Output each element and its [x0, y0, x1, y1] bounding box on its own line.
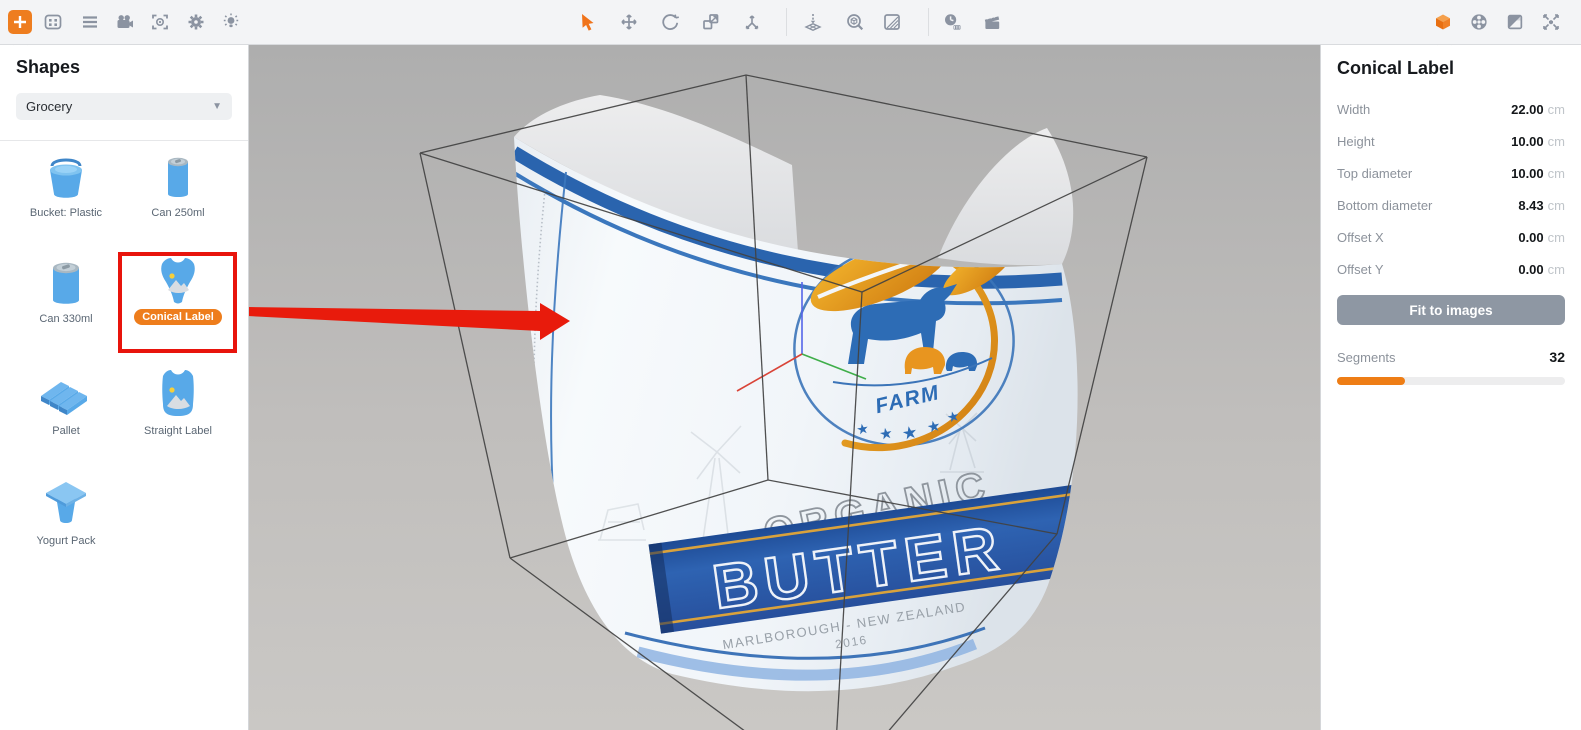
property-label: Width: [1337, 102, 1370, 117]
shapes-sidebar: Shapes Grocery ▼ Bucket: Plastic Can 250…: [0, 44, 249, 730]
select-tool-button[interactable]: [578, 12, 598, 32]
window-grid-button[interactable]: [43, 12, 63, 32]
property-unit: cm: [1548, 198, 1565, 213]
shapes-panel-button[interactable]: [1433, 12, 1453, 32]
pallet-icon: [35, 368, 97, 422]
property-label: Height: [1337, 134, 1375, 149]
fit-view-button[interactable]: [1541, 12, 1561, 32]
property-value[interactable]: 22.00: [1511, 102, 1544, 117]
inspector-panel: Conical Label Width 22.00 cm Height 10.0…: [1320, 44, 1581, 730]
shape-item-can-330ml[interactable]: Can 330ml: [16, 256, 116, 325]
rotate-tool-button[interactable]: [660, 12, 680, 32]
shape-item-pallet[interactable]: Pallet: [16, 368, 116, 437]
property-unit: cm: [1548, 134, 1565, 149]
shape-item-straight-label[interactable]: Straight Label: [128, 368, 228, 437]
top-toolbar: [0, 0, 1581, 45]
property-value[interactable]: 0.00: [1518, 230, 1543, 245]
add-shape-button[interactable]: [8, 10, 32, 34]
property-unit: cm: [1548, 230, 1565, 245]
viewport-3d[interactable]: FARM ★ ★ ★ ★ ★ ORGANIC BUTTER MARLBOROUG…: [248, 44, 1320, 730]
property-row-offset-y[interactable]: Offset Y 0.00 cm: [1337, 253, 1565, 285]
inspector-title: Conical Label: [1337, 58, 1565, 79]
animation-clapper-button[interactable]: [982, 12, 1002, 32]
category-dropdown[interactable]: Grocery ▼: [16, 93, 232, 120]
property-label: Offset Y: [1337, 262, 1384, 277]
property-label: Offset X: [1337, 230, 1384, 245]
shape-item-label: Can 250ml: [128, 207, 228, 219]
divider: [0, 140, 248, 141]
property-value[interactable]: 8.43: [1518, 198, 1543, 213]
property-unit: cm: [1548, 262, 1565, 277]
property-value[interactable]: 0.00: [1518, 262, 1543, 277]
render-clock-button[interactable]: [942, 12, 962, 32]
segments-slider-fill: [1337, 377, 1405, 385]
toolbar-separator: [786, 8, 787, 36]
straight-label-icon: [150, 368, 206, 422]
segments-label: Segments: [1337, 350, 1396, 365]
camera-button[interactable]: [115, 12, 135, 32]
fit-to-images-button[interactable]: Fit to images: [1337, 295, 1565, 325]
property-value[interactable]: 10.00: [1511, 134, 1544, 149]
segments-slider[interactable]: [1337, 377, 1565, 385]
shape-item-label: Can 330ml: [16, 313, 116, 325]
property-row-top-diameter[interactable]: Top diameter 10.00 cm: [1337, 157, 1565, 189]
can-icon: [38, 256, 94, 310]
property-row-offset-x[interactable]: Offset X 0.00 cm: [1337, 221, 1565, 253]
yogurt-pack-icon: [38, 478, 94, 532]
sidebar-title: Shapes: [16, 57, 80, 78]
shape-item-label: Yogurt Pack: [16, 535, 116, 547]
backdrop-panel-button[interactable]: [1505, 12, 1525, 32]
shape-item-can-250ml[interactable]: Can 250ml: [128, 150, 228, 219]
property-value[interactable]: 10.00: [1511, 166, 1544, 181]
shape-item-label: Straight Label: [128, 425, 228, 437]
shape-item-yogurt-pack[interactable]: Yogurt Pack: [16, 478, 116, 547]
property-unit: cm: [1548, 166, 1565, 181]
property-label: Top diameter: [1337, 166, 1412, 181]
property-unit: cm: [1548, 102, 1565, 117]
can-icon: [150, 150, 206, 204]
property-label: Bottom diameter: [1337, 198, 1432, 213]
light-bulb-button[interactable]: [221, 12, 241, 32]
plus-icon: [13, 15, 27, 29]
settings-gear-button[interactable]: [186, 12, 206, 32]
category-dropdown-value: Grocery: [26, 99, 72, 114]
shape-item-label: Bucket: Plastic: [16, 207, 116, 219]
bucket-icon: [38, 150, 94, 204]
segments-value: 32: [1549, 349, 1565, 365]
move-tool-button[interactable]: [619, 12, 639, 32]
selection-highlight-box: [118, 252, 237, 353]
zoom-to-fit-button[interactable]: [845, 12, 865, 32]
property-row-height[interactable]: Height 10.00 cm: [1337, 125, 1565, 157]
drop-to-floor-button[interactable]: [803, 12, 823, 32]
snapshot-button[interactable]: [150, 12, 170, 32]
toolbar-separator: [928, 8, 929, 36]
shape-item-label: Pallet: [16, 425, 116, 437]
property-row-width[interactable]: Width 22.00 cm: [1337, 93, 1565, 125]
materials-panel-button[interactable]: [1469, 12, 1489, 32]
menu-button[interactable]: [80, 12, 100, 32]
viewport-canvas: FARM ★ ★ ★ ★ ★ ORGANIC BUTTER MARLBOROUG…: [248, 44, 1320, 730]
scale-tool-button[interactable]: [701, 12, 721, 32]
shape-item-bucket-plastic[interactable]: Bucket: Plastic: [16, 150, 116, 219]
property-row-bottom-diameter[interactable]: Bottom diameter 8.43 cm: [1337, 189, 1565, 221]
chevron-down-icon: ▼: [212, 101, 222, 112]
spread-tool-button[interactable]: [742, 12, 762, 32]
gradient-filter-button[interactable]: [882, 12, 902, 32]
